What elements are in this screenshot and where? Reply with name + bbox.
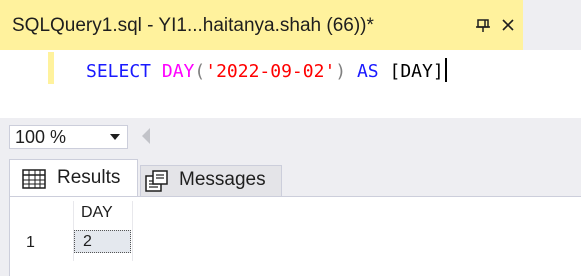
tab-results-label: Results bbox=[57, 167, 121, 188]
keyword-select: SELECT bbox=[86, 61, 152, 82]
grid-cell[interactable]: 2 bbox=[74, 230, 131, 253]
keyword-as: AS bbox=[356, 61, 379, 82]
column-alias: [DAY] bbox=[389, 61, 444, 82]
zoom-bar: 100 % bbox=[0, 118, 581, 153]
results-grid[interactable]: DAY 1 2 bbox=[9, 196, 581, 276]
messages-icon bbox=[145, 170, 168, 192]
open-paren: ( bbox=[194, 61, 206, 82]
tab-messages[interactable]: Messages bbox=[140, 165, 282, 196]
grid-cell-value: 2 bbox=[83, 233, 92, 250]
function-day: DAY bbox=[161, 61, 195, 82]
zoom-dropdown[interactable]: 100 % bbox=[9, 125, 128, 149]
code-line[interactable]: SELECT DAY('2022-09-02') AS [DAY] bbox=[86, 58, 447, 82]
close-icon[interactable] bbox=[499, 16, 517, 34]
tab-messages-label: Messages bbox=[179, 169, 266, 190]
scroll-left-icon[interactable] bbox=[142, 128, 150, 144]
chevron-down-icon bbox=[110, 134, 120, 140]
document-tab-bar: SQLQuery1.sql - YI1...haitanya.shah (66)… bbox=[0, 0, 581, 50]
column-header-label: DAY bbox=[81, 204, 113, 221]
grid-icon bbox=[22, 169, 46, 189]
document-tab[interactable]: SQLQuery1.sql - YI1...haitanya.shah (66)… bbox=[0, 0, 523, 50]
changed-line-marker bbox=[48, 52, 54, 84]
column-header-day[interactable]: DAY bbox=[74, 202, 133, 224]
row-number[interactable]: 1 bbox=[26, 234, 35, 252]
document-tab-title: SQLQuery1.sql - YI1...haitanya.shah (66)… bbox=[12, 15, 374, 36]
tab-results[interactable]: Results bbox=[9, 159, 138, 196]
results-tab-strip: Results Messages bbox=[0, 153, 581, 196]
close-paren: ) bbox=[335, 61, 347, 82]
text-caret bbox=[444, 58, 447, 82]
pin-icon[interactable] bbox=[475, 17, 491, 33]
date-string: '2022-09-02' bbox=[205, 61, 336, 82]
query-editor[interactable]: SELECT DAY('2022-09-02') AS [DAY] bbox=[0, 50, 581, 118]
zoom-value: 100 % bbox=[15, 127, 67, 147]
